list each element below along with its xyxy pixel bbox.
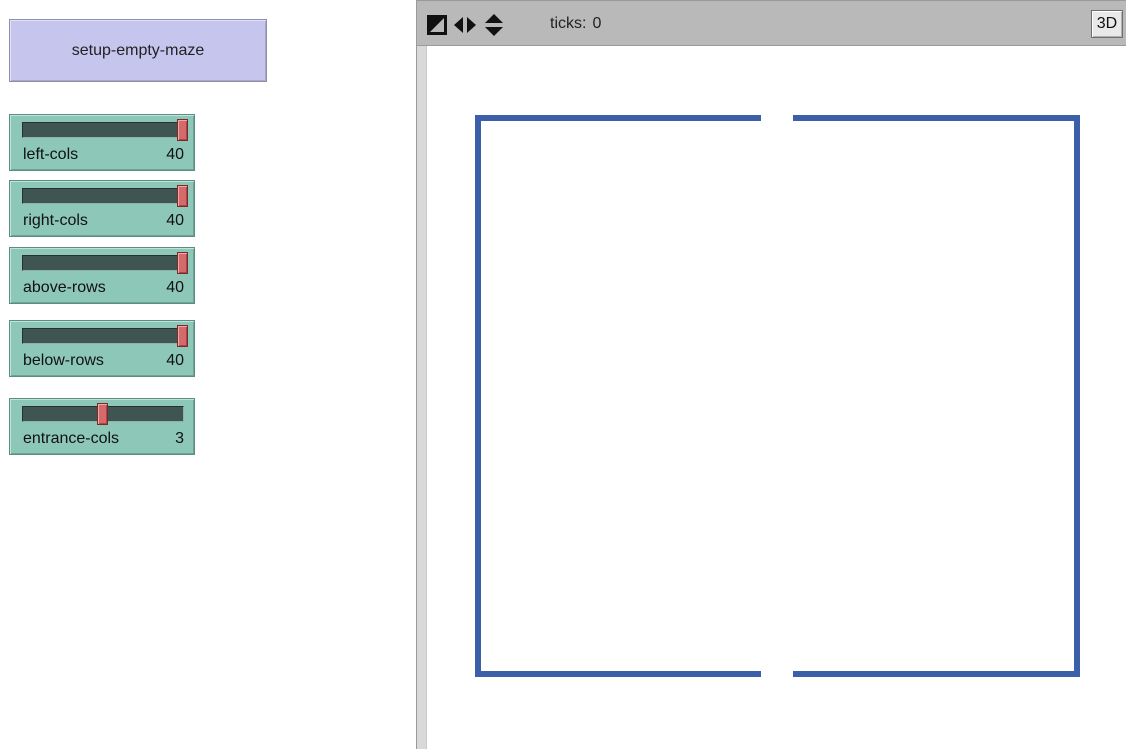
slider-label: left-cols: [23, 146, 79, 163]
slider-below-rows[interactable]: below-rows 40: [9, 320, 195, 377]
slider-label: entrance-cols: [23, 430, 120, 447]
slider-thumb[interactable]: [177, 325, 188, 347]
horizontal-arrows-icon[interactable]: [453, 15, 477, 35]
world-view: ticks: 0 3D: [416, 0, 1126, 749]
maze-svg: [475, 115, 1080, 677]
slider-track[interactable]: [22, 325, 188, 347]
slider-value: 3: [175, 430, 184, 447]
slider-label: right-cols: [23, 212, 88, 229]
slider-entrance-cols[interactable]: entrance-cols 3: [9, 398, 195, 455]
setup-empty-maze-button[interactable]: setup-empty-maze: [9, 19, 267, 82]
slider-value: 40: [166, 146, 184, 163]
slider-track[interactable]: [22, 119, 188, 141]
slider-value: 40: [166, 352, 184, 369]
slider-label: below-rows: [23, 352, 104, 369]
slider-value: 40: [166, 212, 184, 229]
netlogo-interface: setup-empty-maze left-cols 40 right-cols…: [0, 0, 1126, 749]
slider-right-cols[interactable]: right-cols 40: [9, 180, 195, 237]
slider-value: 40: [166, 279, 184, 296]
slider-thumb[interactable]: [177, 252, 188, 274]
vertical-arrows-icon[interactable]: [483, 13, 505, 37]
slider-thumb[interactable]: [177, 119, 188, 141]
view-toolbar: ticks: 0 3D: [417, 1, 1126, 46]
world-canvas[interactable]: [426, 46, 1126, 749]
ticks-counter: ticks: 0: [550, 15, 601, 33]
slider-thumb[interactable]: [97, 403, 108, 425]
slider-label: above-rows: [23, 279, 106, 296]
slider-left-cols[interactable]: left-cols 40: [9, 114, 195, 171]
slider-track[interactable]: [22, 185, 188, 207]
ticks-label: ticks:: [550, 15, 587, 32]
view-controls: [427, 13, 505, 37]
slider-track[interactable]: [22, 252, 188, 274]
slider-thumb[interactable]: [177, 185, 188, 207]
slider-track[interactable]: [22, 403, 184, 425]
ticks-value: 0: [592, 15, 602, 32]
perspective-icon[interactable]: [427, 15, 447, 35]
slider-above-rows[interactable]: above-rows 40: [9, 247, 195, 304]
view-3d-button[interactable]: 3D: [1091, 10, 1123, 38]
